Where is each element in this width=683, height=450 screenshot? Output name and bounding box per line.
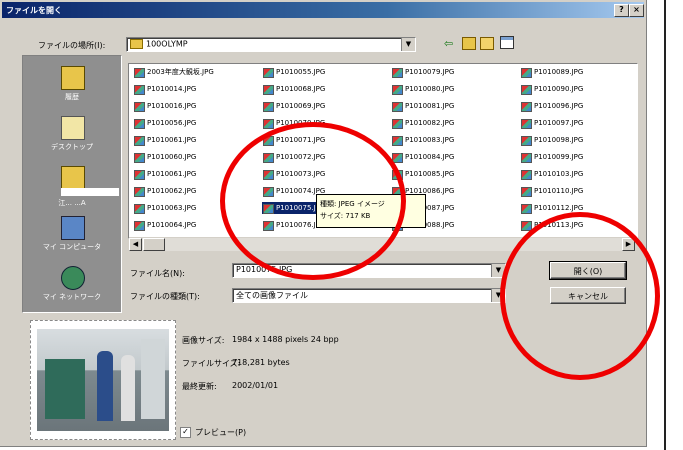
file-item[interactable]: P1010068.JPG [262,83,325,95]
lookin-label: ファイルの場所(I): [38,41,106,50]
filetype-select[interactable]: 全ての画像ファイル ▼ [232,288,506,303]
file-item[interactable]: P1010089.JPG [520,66,583,78]
my-computer-icon [61,216,85,240]
image-size-value: 1984 x 1488 pixels 24 bpp [232,335,339,344]
file-size-value: 718,281 bytes [232,358,290,367]
file-item[interactable]: P1010099.JPG [520,151,583,163]
places-bar: 履歴 デスクトップ 江... ...A マイ コンピュータ マイ ネットワーク [22,55,122,313]
image-preview [30,320,176,440]
title-bar[interactable]: ファイルを開く ? × [2,2,644,18]
filename-label: ファイル名(N): [130,269,185,278]
file-item[interactable]: 2003年度大観坂.JPG [133,66,214,78]
lookin-value: 100OLYMP [146,39,188,49]
back-arrow-icon[interactable]: ⇦ [444,37,453,50]
file-item[interactable]: P1010016.JPG [133,100,196,112]
lookin-combo[interactable]: 100OLYMP ▼ [126,37,416,52]
scroll-thumb[interactable] [143,238,165,251]
modified-label: 最終更新: [182,382,217,391]
preview-toggle-label: プレビュー(P) [195,428,247,437]
filetype-value: 全ての画像ファイル [236,291,308,300]
filetype-label: ファイルの種類(T): [130,292,200,301]
view-menu-icon[interactable] [500,36,514,49]
up-folder-icon[interactable] [462,37,476,50]
preview-photo [37,329,169,431]
file-item[interactable]: P1010060.JPG [133,151,196,163]
new-folder-icon[interactable] [480,37,494,50]
place-label: 履歴 [65,93,79,101]
file-item[interactable]: P1010061.JPG [133,168,196,180]
my-documents-icon [61,166,85,190]
file-item[interactable]: P1010069.JPG [262,100,325,112]
file-item[interactable]: P1010064.JPG [133,219,196,231]
place-label: デスクトップ [51,143,93,151]
annotation-circle-left [220,122,406,280]
file-item[interactable]: P1010098.JPG [520,134,583,146]
help-button[interactable]: ? [614,4,629,17]
folder-icon [130,39,143,49]
history-icon [61,66,85,90]
checkbox-checked-icon[interactable]: ✓ [180,427,191,438]
file-item[interactable]: P1010103.JPG [520,168,583,180]
file-item[interactable]: P1010056.JPG [133,117,196,129]
file-item[interactable]: P1010079.JPG [391,66,454,78]
file-item[interactable]: P1010097.JPG [520,117,583,129]
close-button[interactable]: × [629,4,644,17]
file-item[interactable]: P1010096.JPG [520,100,583,112]
file-item[interactable]: P1010014.JPG [133,83,196,95]
place-network[interactable]: マイ ネットワーク [23,262,121,310]
image-size-label: 画像サイズ: [182,336,225,345]
redacted-name [61,188,119,196]
file-item[interactable]: P1010081.JPG [391,100,454,112]
place-history[interactable]: 履歴 [23,62,121,110]
place-mycomputer[interactable]: マイ コンピュータ [23,212,121,260]
file-item[interactable]: P1010110.JPG [520,185,583,197]
file-item[interactable]: P1010083.JPG [391,134,454,146]
place-mydocs[interactable]: 江... ...A [23,162,121,210]
preview-toggle[interactable]: ✓ プレビュー(P) [180,427,246,438]
place-label: マイ コンピュータ [42,243,102,251]
desktop-icon [61,116,85,140]
file-item[interactable]: P1010061.JPG [133,134,196,146]
place-desktop[interactable]: デスクトップ [23,112,121,160]
place-label: マイ ネットワーク [42,293,102,301]
file-item[interactable]: P1010063.JPG [133,202,196,214]
place-label: 江... ...A [58,199,86,207]
network-icon [61,266,85,290]
file-item[interactable]: P1010084.JPG [391,151,454,163]
modified-value: 2002/01/01 [232,381,279,390]
annotation-circle-right [500,212,660,380]
window-title: ファイルを開く [6,6,62,15]
chevron-down-icon[interactable]: ▼ [401,38,415,51]
file-item[interactable]: P1010082.JPG [391,117,454,129]
file-item[interactable]: P1010055.JPG [262,66,325,78]
file-item[interactable]: P1010062.JPG [133,185,196,197]
file-item[interactable]: P1010090.JPG [520,83,583,95]
file-item[interactable]: P1010080.JPG [391,83,454,95]
page-divider [664,0,666,450]
scroll-left-icon[interactable]: ◀ [129,238,142,251]
